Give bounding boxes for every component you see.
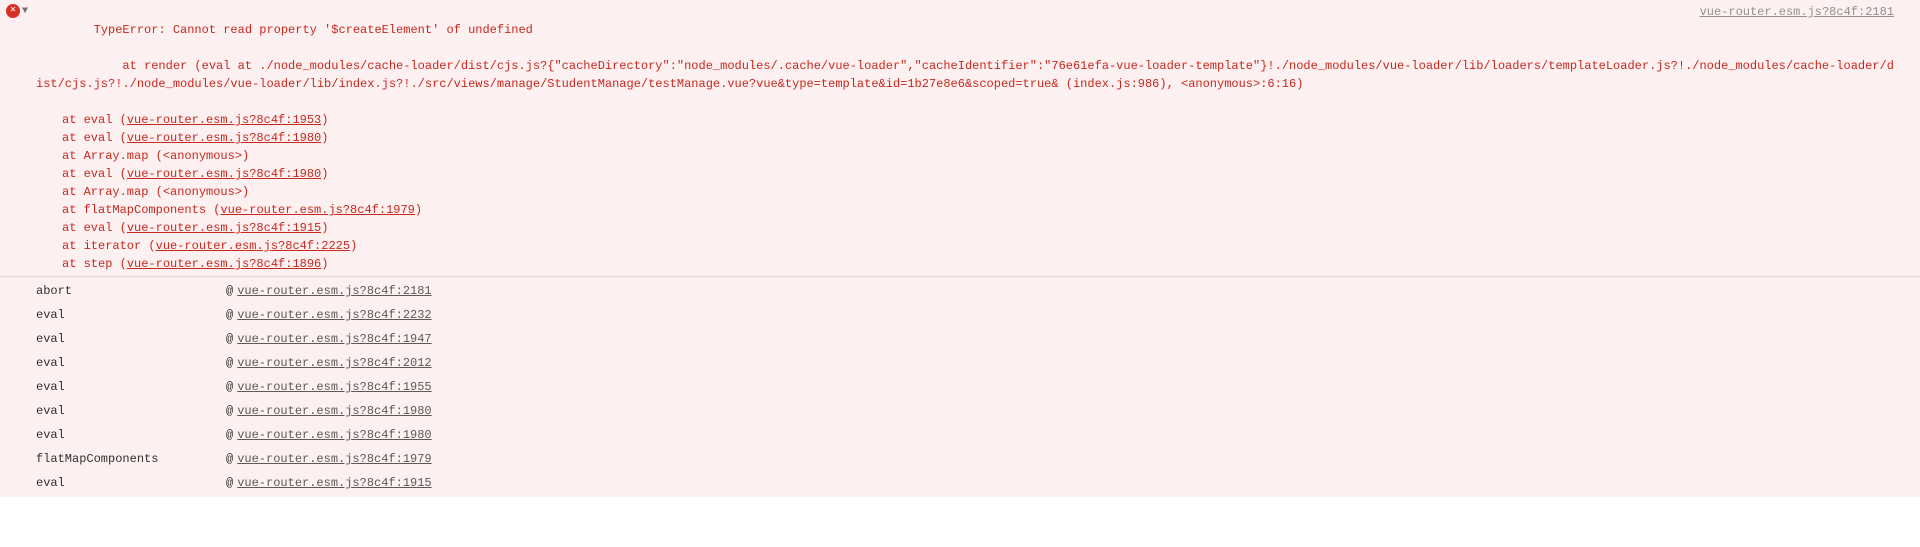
trace-source-link[interactable]: vue-router.esm.js?8c4f:1955 (237, 375, 431, 399)
trace-at-symbol: @ (226, 447, 233, 471)
trace-row: eval@vue-router.esm.js?8c4f:1955 (36, 375, 1896, 399)
trace-source-link[interactable]: vue-router.esm.js?8c4f:2232 (237, 303, 431, 327)
stack-frame: at eval (vue-router.esm.js?8c4f:1953) (26, 111, 1896, 129)
trace-row: eval@vue-router.esm.js?8c4f:1915 (36, 471, 1896, 495)
stack-frame: at eval (vue-router.esm.js?8c4f:1980) (26, 129, 1896, 147)
trace-row: eval@vue-router.esm.js?8c4f:2232 (36, 303, 1896, 327)
disclosure-triangle-icon[interactable]: ▼ (22, 3, 28, 21)
trace-source-link[interactable]: vue-router.esm.js?8c4f:1980 (237, 399, 431, 423)
trace-at-symbol: @ (226, 375, 233, 399)
error-message-body: TypeError: Cannot read property '$create… (26, 3, 1896, 111)
stack-link[interactable]: vue-router.esm.js?8c4f:1979 (220, 203, 414, 217)
trace-row: abort@vue-router.esm.js?8c4f:2181 (36, 279, 1896, 303)
stack-frame: at eval (vue-router.esm.js?8c4f:1980) (26, 165, 1896, 183)
trace-source-link[interactable]: vue-router.esm.js?8c4f:1980 (237, 423, 431, 447)
stack-link[interactable]: vue-router.esm.js?8c4f:1980 (127, 131, 321, 145)
async-stack-trace-table: abort@vue-router.esm.js?8c4f:2181eval@vu… (0, 277, 1920, 497)
stack-frame: at flatMapComponents (vue-router.esm.js?… (26, 201, 1896, 219)
console-scroll-region[interactable]: ✕ ▼ vue-router.esm.js?8c4f:2181 TypeErro… (0, 0, 1920, 547)
trace-at-symbol: @ (226, 279, 233, 303)
trace-source-link[interactable]: vue-router.esm.js?8c4f:1979 (237, 447, 431, 471)
trace-at-symbol: @ (226, 303, 233, 327)
stack-link[interactable]: vue-router.esm.js?8c4f:1953 (127, 113, 321, 127)
trace-function-name: eval (36, 327, 226, 351)
trace-function-name: eval (36, 351, 226, 375)
trace-function-name: abort (36, 279, 226, 303)
trace-source-link[interactable]: vue-router.esm.js?8c4f:2012 (237, 351, 431, 375)
trace-at-symbol: @ (226, 351, 233, 375)
stack-link[interactable]: vue-router.esm.js?8c4f:1915 (127, 221, 321, 235)
trace-function-name: eval (36, 471, 226, 495)
trace-at-symbol: @ (226, 471, 233, 495)
stack-link[interactable]: vue-router.esm.js?8c4f:1896 (127, 257, 321, 271)
trace-source-link[interactable]: vue-router.esm.js?8c4f:1915 (237, 471, 431, 495)
trace-function-name: flatMapComponents (36, 447, 226, 471)
trace-function-name: eval (36, 375, 226, 399)
stack-render-line: at render (eval at ./node_modules/cache-… (36, 59, 1894, 91)
trace-row: eval@vue-router.esm.js?8c4f:1980 (36, 399, 1896, 423)
stack-link[interactable]: index.js:986 (1073, 77, 1159, 91)
error-title: TypeError: Cannot read property '$create… (94, 23, 533, 37)
stack-frame: at Array.map (<anonymous>) (26, 183, 1896, 201)
trace-function-name: eval (36, 399, 226, 423)
error-icon: ✕ (6, 4, 20, 18)
trace-at-symbol: @ (226, 327, 233, 351)
trace-source-link[interactable]: vue-router.esm.js?8c4f:2181 (237, 279, 431, 303)
stack-frame: at Array.map (<anonymous>) (26, 147, 1896, 165)
trace-row: eval@vue-router.esm.js?8c4f:2012 (36, 351, 1896, 375)
console-error-message: ✕ ▼ vue-router.esm.js?8c4f:2181 TypeErro… (0, 0, 1920, 277)
trace-at-symbol: @ (226, 399, 233, 423)
trace-source-link[interactable]: vue-router.esm.js?8c4f:1947 (237, 327, 431, 351)
trace-at-symbol: @ (226, 423, 233, 447)
stack-link[interactable]: vue-router.esm.js?8c4f:1980 (127, 167, 321, 181)
trace-function-name: eval (36, 303, 226, 327)
stack-frame: at step (vue-router.esm.js?8c4f:1896) (26, 255, 1896, 273)
trace-row: eval@vue-router.esm.js?8c4f:1947 (36, 327, 1896, 351)
devtools-console: ✕ ▼ vue-router.esm.js?8c4f:2181 TypeErro… (0, 0, 1920, 547)
stack-trace: at eval (vue-router.esm.js?8c4f:1953)at … (26, 111, 1896, 273)
trace-row: eval@vue-router.esm.js?8c4f:1980 (36, 423, 1896, 447)
stack-frame: at eval (vue-router.esm.js?8c4f:1915) (26, 219, 1896, 237)
stack-link[interactable]: vue-router.esm.js?8c4f:2225 (156, 239, 350, 253)
error-source-link[interactable]: vue-router.esm.js?8c4f:2181 (1700, 3, 1894, 21)
trace-row: flatMapComponents@vue-router.esm.js?8c4f… (36, 447, 1896, 471)
stack-frame: at iterator (vue-router.esm.js?8c4f:2225… (26, 237, 1896, 255)
trace-function-name: eval (36, 423, 226, 447)
